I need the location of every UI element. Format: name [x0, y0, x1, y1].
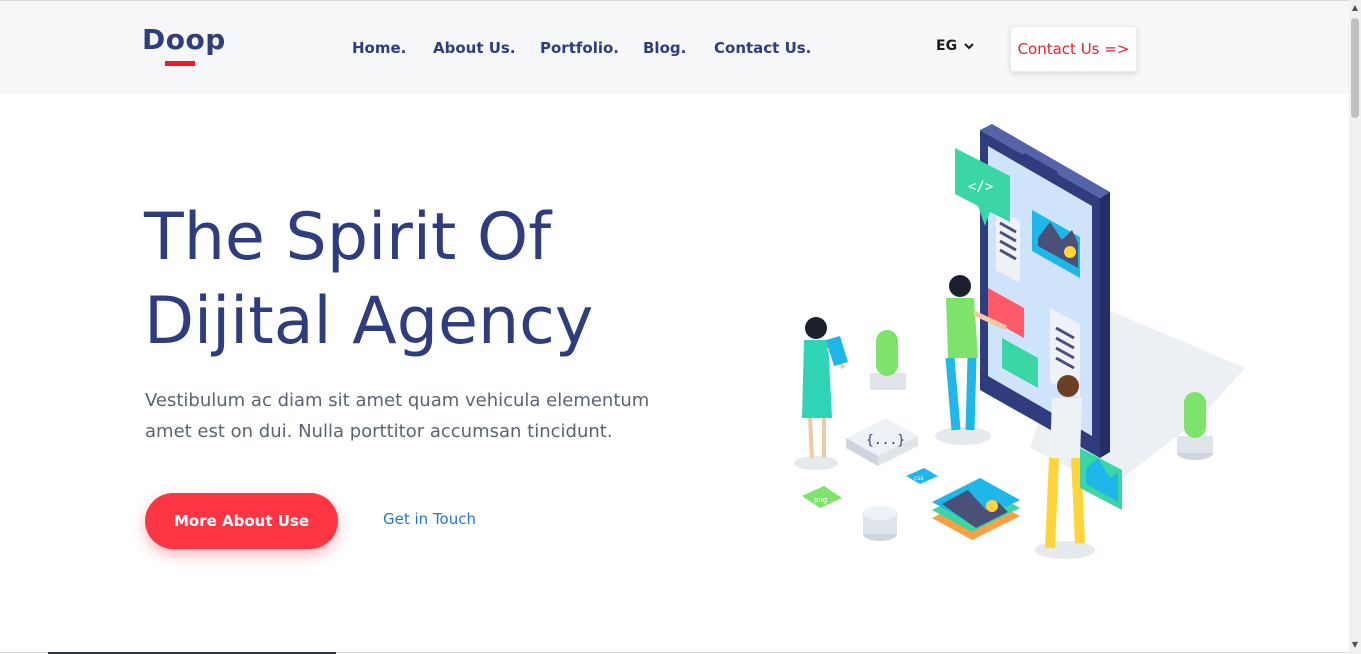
hero-illustration: </> {...} png css: [794, 124, 1245, 559]
site-header: Doop Home. About Us. Portfolio. Blog. Co…: [0, 1, 1349, 94]
hero-title: The Spirit Of Dijital Agency: [144, 196, 593, 364]
more-about-button[interactable]: More About Use: [145, 493, 338, 549]
png-tag-icon: png: [802, 486, 842, 508]
contact-us-button[interactable]: Contact Us =>: [1010, 26, 1137, 72]
scroll-thumb[interactable]: [1351, 18, 1359, 118]
hero-title-line2: Dijital Agency: [144, 284, 594, 359]
nav-about[interactable]: About Us.: [433, 39, 516, 57]
get-in-touch-link[interactable]: Get in Touch: [383, 510, 476, 528]
svg-text:css: css: [914, 475, 924, 482]
scroll-up-icon[interactable]: ▲: [1351, 3, 1359, 13]
css-tag-icon: css: [906, 468, 938, 484]
page-scrollbar[interactable]: ▲ ▼: [1349, 0, 1361, 654]
woman-with-tablet-icon: [794, 317, 848, 470]
svg-text:</>: </>: [968, 179, 993, 195]
svg-text:{...}: {...}: [866, 433, 905, 448]
image-stack-icon: [932, 478, 1020, 540]
nav-home[interactable]: Home.: [352, 39, 406, 57]
logo-underline: [165, 61, 195, 66]
nav-blog[interactable]: Blog.: [643, 39, 686, 57]
brand-logo[interactable]: Doop: [142, 23, 226, 56]
language-selector[interactable]: EG: [936, 38, 974, 54]
code-block-icon: {...}: [846, 418, 918, 466]
nav-contact[interactable]: Contact Us.: [714, 39, 811, 57]
language-label: EG: [936, 38, 958, 54]
scroll-down-icon[interactable]: ▼: [1351, 640, 1359, 650]
nav-portfolio[interactable]: Portfolio.: [540, 39, 619, 57]
svg-text:png: png: [814, 496, 827, 504]
chevron-down-icon: [964, 42, 974, 49]
hero-title-line1: The Spirit Of: [144, 200, 552, 275]
hero-description: Vestibulum ac diam sit amet quam vehicul…: [145, 390, 650, 442]
